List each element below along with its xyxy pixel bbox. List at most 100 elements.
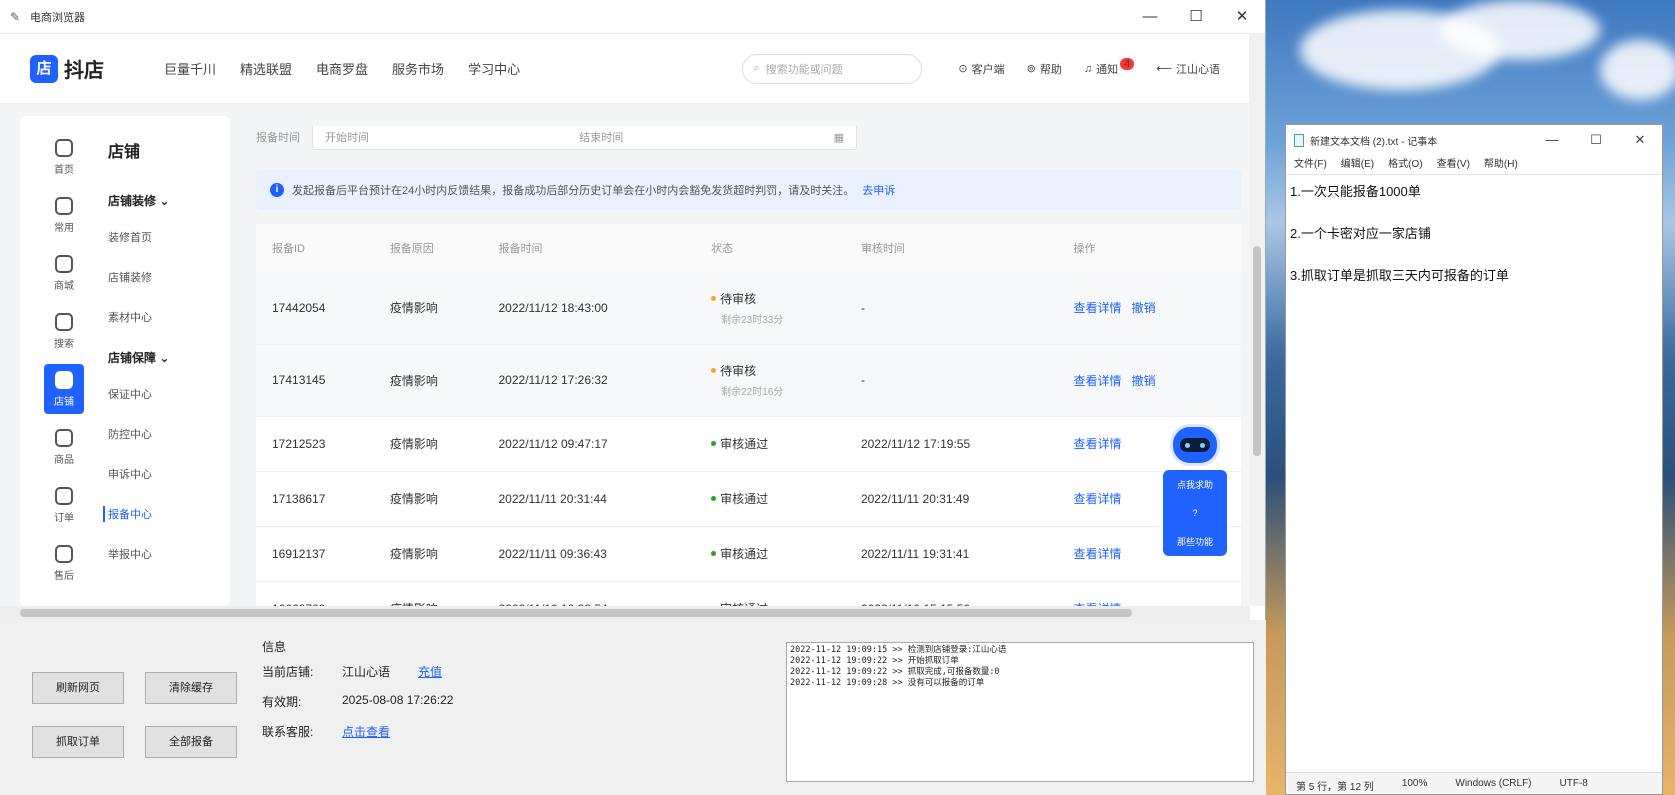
column-header: 状态 — [695, 224, 845, 272]
nav-link[interactable]: 巨量千川 — [164, 59, 216, 78]
cell-time: 2022/11/12 18:43:00 — [482, 272, 696, 345]
log-line: 2022-11-12 19:09:22 >> 开始抓取订单 — [790, 656, 959, 666]
sidebar-icon-orders[interactable]: 订单 — [44, 480, 84, 530]
feature-button[interactable]: 那些功能 — [1177, 535, 1213, 548]
fetch-orders-button[interactable]: 抓取订单 — [32, 726, 124, 758]
menu-item-active[interactable]: 报备中心 — [103, 506, 230, 522]
clear-cache-button[interactable]: 清除缓存 — [145, 672, 237, 704]
cell-audit-time: 2022/11/11 19:31:41 — [844, 526, 1058, 582]
nav-link[interactable]: 精选联盟 — [240, 59, 292, 78]
sidebar-icon-mall[interactable]: 商城 — [44, 248, 84, 298]
bell-icon: ♫ — [1083, 62, 1093, 75]
shop-icon — [55, 370, 73, 389]
sidebar-icon-shop[interactable]: 店铺 — [44, 364, 84, 414]
logo-text: 抖店 — [64, 60, 104, 82]
end-date[interactable]: 结束时间 — [579, 129, 623, 145]
shop-label: 当前店铺: — [262, 665, 314, 679]
cell-status: 待审核 剩余22时16分 — [695, 344, 845, 417]
browser-window: ✎ 电商浏览器 — ☐ ✕ 店 抖店 巨量千川 精选联盟 电商罗盘 服务市场 学… — [0, 0, 1266, 795]
cell-reason: 疫情影响 — [373, 581, 483, 606]
status-text: 待审核 — [720, 291, 757, 306]
assistant-widget[interactable]: 点我求助 ? 那些功能 — [1163, 424, 1227, 560]
menu-help[interactable]: 帮助(H) — [1484, 155, 1518, 174]
view-details-link[interactable]: 查看详情 — [1074, 437, 1122, 451]
cell-status: 审核通过 — [695, 526, 845, 582]
notepad-titlebar: 新建文本文档 (2).txt - 记事本 — ☐ ✕ — [1286, 125, 1662, 155]
menu-format[interactable]: 格式(O) — [1388, 155, 1422, 174]
view-details-link[interactable]: 查看详情 — [1074, 492, 1122, 506]
shop-switch[interactable]: ⟵ 江山心语 — [1156, 61, 1220, 77]
report-all-button[interactable]: 全部报备 — [145, 726, 237, 758]
window-title: 电商浏览器 — [30, 11, 85, 24]
log-output[interactable]: 2022-11-12 19:09:15 >> 检测到店铺登录:江山心语 2022… — [786, 642, 1254, 782]
menu-file[interactable]: 文件(F) — [1294, 155, 1327, 174]
minimize-button[interactable]: — — [1127, 0, 1173, 34]
contact-link[interactable]: 点击查看 — [342, 723, 390, 740]
menu-title: 店铺 — [108, 144, 141, 161]
menu-item[interactable]: 素材中心 — [108, 309, 230, 325]
cell-reason: 疫情影响 — [373, 526, 483, 582]
sidebar-icon-common[interactable]: 常用 — [44, 190, 84, 240]
refresh-page-button[interactable]: 刷新网页 — [32, 672, 124, 704]
search-input[interactable]: ⌕ 搜索功能或问题 — [742, 53, 923, 84]
sidebar-icon-home[interactable]: 首页 — [44, 132, 84, 182]
start-date[interactable]: 开始时间 — [325, 129, 369, 145]
menu-item[interactable]: 装修首页 — [108, 229, 230, 245]
revoke-link[interactable]: 撤销 — [1132, 374, 1156, 388]
nav-link[interactable]: 学习中心 — [468, 59, 520, 78]
close-button[interactable]: ✕ — [1618, 132, 1662, 148]
sidebar-icon-search[interactable]: 搜索 — [44, 306, 84, 356]
sidebar-icon-goods[interactable]: 商品 — [44, 422, 84, 472]
cell-status: 审核通过 — [695, 416, 845, 472]
notepad-status-bar: 第 5 行，第 12 列 100% Windows (CRLF) UTF-8 — [1286, 772, 1662, 794]
minimize-button[interactable]: — — [1530, 132, 1574, 148]
nav-link[interactable]: 服务市场 — [392, 59, 444, 78]
notepad-text-area[interactable]: 1.一次只能报备1000单 2.一个卡密对应一家店铺 3.抓取订单是抓取三天内可… — [1286, 175, 1662, 313]
filter-label: 报备时间 — [256, 132, 300, 144]
menu-group[interactable]: 店铺装修 ⌄ — [108, 192, 230, 209]
home-icon — [55, 138, 73, 157]
search-placeholder: 搜索功能或问题 — [765, 63, 843, 76]
notepad-title: 新建文本文档 (2).txt - 记事本 — [1310, 136, 1438, 148]
status-text: 审核通过 — [720, 437, 769, 451]
notice-link[interactable]: 去申诉 — [862, 182, 895, 198]
menu-item[interactable]: 防控中心 — [108, 426, 230, 442]
order-icon — [55, 486, 73, 505]
info-panel: 信息 当前店铺: 江山心语 充值 有效期: 2025-08-08 17:26:22 联… — [262, 638, 514, 768]
menu-view[interactable]: 查看(V) — [1437, 155, 1470, 174]
notepad-window: 新建文本文档 (2).txt - 记事本 — ☐ ✕ 文件(F) 编辑(E) 格… — [1285, 124, 1663, 795]
horizontal-scrollbar[interactable] — [0, 606, 1250, 620]
logo[interactable]: 店 抖店 — [30, 54, 104, 83]
maximize-button[interactable]: ☐ — [1574, 132, 1618, 148]
table-row: 17413145 疫情影响 2022/11/12 17:26:32 待审核 剩余… — [256, 344, 1241, 417]
info-icon: i — [270, 183, 284, 197]
notify-link[interactable]: ♫ 通知 4 — [1083, 57, 1135, 77]
recharge-link[interactable]: 充值 — [418, 663, 442, 680]
menu-edit[interactable]: 编辑(E) — [1341, 155, 1374, 174]
sidebar-icon-aftersale[interactable]: 售后 — [44, 538, 84, 588]
menu-item[interactable]: 店铺装修 — [108, 269, 230, 285]
table-row: 16912137 疫情影响 2022/11/11 09:36:43 审核通过 2… — [256, 526, 1241, 582]
status-dot — [711, 441, 717, 446]
view-details-link[interactable]: 查看详情 — [1074, 547, 1122, 561]
notify-badge: 4 — [1120, 57, 1135, 70]
menu-item[interactable]: 举报中心 — [108, 546, 230, 562]
cell-time: 2022/11/10 10:38:54 — [482, 581, 696, 606]
view-details-link[interactable]: 查看详情 — [1074, 374, 1122, 388]
cell-id: 17212523 — [256, 416, 374, 472]
zoom-level: 100% — [1401, 778, 1428, 789]
date-range-picker[interactable]: 开始时间 结束时间 ▦ — [312, 126, 857, 150]
menu-item[interactable]: 申诉中心 — [108, 466, 230, 482]
client-link[interactable]: ⊙ 客户端 — [958, 61, 1004, 77]
menu-group[interactable]: 店铺保障 ⌄ — [108, 349, 230, 366]
vertical-scrollbar[interactable] — [1249, 34, 1265, 606]
help-link[interactable]: ⊚ 帮助 — [1027, 61, 1062, 77]
help-button[interactable]: 点我求助 — [1177, 478, 1213, 491]
maximize-button[interactable]: ☐ — [1173, 0, 1219, 34]
nav-link[interactable]: 电商罗盘 — [316, 59, 368, 78]
revoke-link[interactable]: 撤销 — [1132, 301, 1156, 315]
menu-item[interactable]: 保证中心 — [108, 386, 230, 402]
robot-icon[interactable] — [1170, 424, 1220, 466]
view-details-link[interactable]: 查看详情 — [1074, 301, 1122, 315]
close-button[interactable]: ✕ — [1219, 0, 1265, 34]
